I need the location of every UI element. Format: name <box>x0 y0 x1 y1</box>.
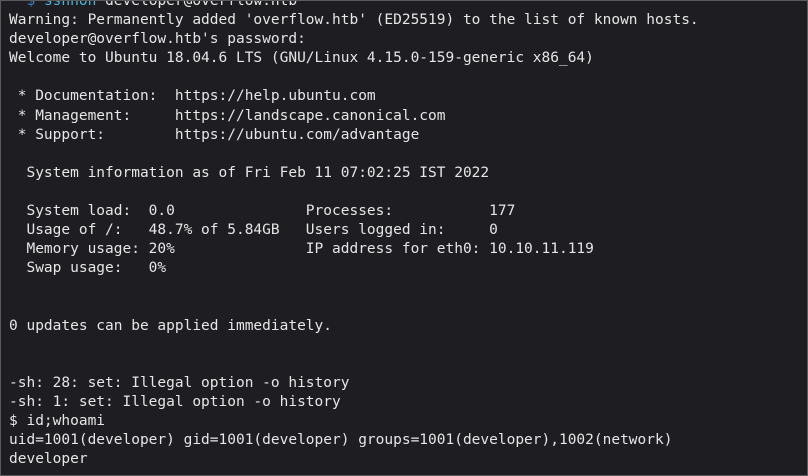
prompt-corner-glyph: └─ <box>9 0 27 9</box>
prompt-line: └─$ sshnoh developer@overflow.htb <box>9 0 807 11</box>
support-link-url[interactable]: https://ubuntu.com/advantage <box>175 127 419 143</box>
support-link-line: * Support: https://ubuntu.com/advantage <box>9 126 807 145</box>
terminal-output: └─$ sshnoh developer@overflow.htb Warnin… <box>9 0 807 469</box>
sysinfo-row: Usage of /: 48.7% of 5.84GB Users logged… <box>9 222 498 239</box>
ssh-command: sshnoh <box>43 0 97 9</box>
welcome-banner: Welcome to Ubuntu 18.04.6 LTS (GNU/Linux… <box>9 50 594 67</box>
sysinfo-heading: System information as of Fri Feb 11 07:0… <box>9 164 490 181</box>
sysinfo-row: Memory usage: 20% IP address for eth0: 1… <box>9 241 594 258</box>
doc-link-line: * Documentation: https://help.ubuntu.com <box>9 87 807 106</box>
updates-notice: 0 updates can be applied immediately. <box>9 317 333 334</box>
ssh-target: developer@overflow.htb <box>105 0 298 9</box>
management-link-url[interactable]: https://landscape.canonical.com <box>175 108 446 124</box>
doc-link-url[interactable]: https://help.ubuntu.com <box>175 88 376 104</box>
support-link-label: * Support: <box>9 126 175 143</box>
management-link-line: * Management: https://landscape.canonica… <box>9 107 807 126</box>
shell-error: -sh: 28: set: Illegal option -o history <box>9 374 350 391</box>
known-hosts-warning: Warning: Permanently added 'overflow.htb… <box>9 12 699 29</box>
whoami-output: developer <box>9 451 88 468</box>
shell-command-line: $ id;whoami <box>9 413 106 430</box>
sysinfo-row: Swap usage: 0% <box>9 260 167 277</box>
sysinfo-row: System load: 0.0 Processes: 177 <box>9 203 516 220</box>
password-prompt: developer@overflow.htb's password: <box>9 31 306 48</box>
prompt-dollar-glyph: $ <box>26 0 36 9</box>
shell-error: -sh: 1: set: Illegal option -o history <box>9 393 341 410</box>
management-link-label: * Management: <box>9 107 175 124</box>
terminal-window[interactable]: └─$ sshnoh developer@overflow.htb Warnin… <box>0 0 808 476</box>
doc-link-label: * Documentation: <box>9 88 175 105</box>
id-output: uid=1001(developer) gid=1001(developer) … <box>9 432 673 449</box>
